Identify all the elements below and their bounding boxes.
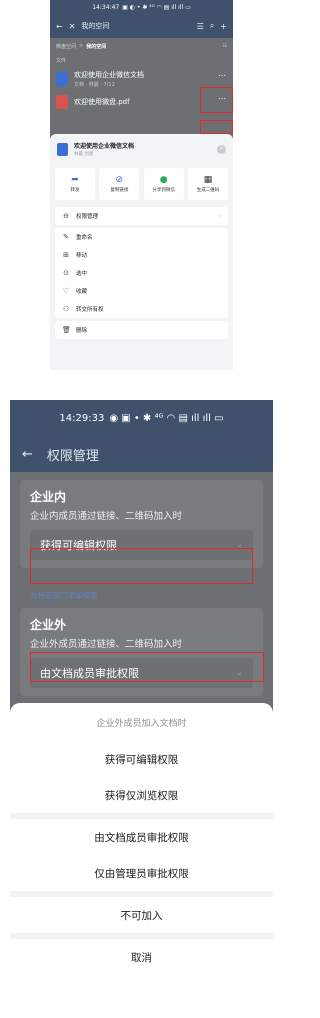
- chevron-right-icon: ›: [218, 212, 221, 220]
- add-icon[interactable]: +: [220, 22, 227, 31]
- menu-item-label: 转交所有权: [76, 307, 104, 313]
- forward-icon: ➦: [71, 174, 79, 185]
- file-meta: 文档 · 林晨 · 7/12: [74, 82, 115, 88]
- option-member-approval[interactable]: 由文档成员审批权限: [10, 819, 273, 855]
- external-join-options-sheet: 企业外成员加入文档时 获得可编辑权限 获得仅浏览权限 由文档成员审批权限 仅由管…: [10, 703, 273, 990]
- page-title: 权限管理: [46, 448, 99, 464]
- sort-icon[interactable]: ☰: [197, 22, 204, 31]
- copy-link-button[interactable]: ⊘ 复制链接: [99, 168, 140, 200]
- share-wechat-button[interactable]: ● 分享到微信: [143, 168, 184, 200]
- sheet-file-name: 欢迎使用企业微信文档: [74, 143, 135, 150]
- menu-item-label: 删除: [76, 328, 88, 334]
- doc-file-icon: [57, 142, 68, 156]
- screenshot-permission-settings: 14:29:33 ◉ ▣ • ✱ ⁴ᴳ ◠ ▤ ıll ıll ▭ ← 权限管理…: [10, 400, 273, 990]
- search-icon[interactable]: ⌕: [210, 21, 214, 31]
- highlight-box: [30, 548, 253, 584]
- menu-item-label: 移动: [76, 253, 88, 259]
- pdf-file-icon: [56, 95, 68, 109]
- top-nav: ← ✕ 我的空间 ☰ ⌕ +: [50, 14, 233, 38]
- top-nav: ← 权限管理: [10, 436, 273, 472]
- menu-item-permission[interactable]: ⊖ 权限管理 ›: [55, 207, 228, 225]
- breadcrumb: 微盘空间 > 我的空间 ☷: [50, 38, 233, 54]
- status-icons: ▣ ◐ • ✱ ⁴ᴳ ◠ ▤ ıll ıll ▭: [122, 3, 191, 11]
- page-title: 我的空间: [81, 22, 110, 30]
- status-bar: 14:34:47 ▣ ◐ • ✱ ⁴ᴳ ◠ ▤ ıll ıll ▭: [50, 0, 233, 14]
- breadcrumb-current: 我的空间: [86, 43, 107, 50]
- trash-icon: 🗑: [62, 326, 71, 334]
- action-label: 生成二维码: [196, 187, 220, 193]
- permission-card: ⊖ 权限管理 ›: [55, 207, 228, 225]
- add-department-permission-link[interactable]: 为特定部门添加权限: [30, 590, 98, 601]
- menu-item-label: 收藏: [76, 289, 88, 295]
- highlight-box: [200, 87, 233, 113]
- sheet-file-meta: 林晨 创建: [74, 152, 94, 157]
- group-subtitle: 企业外成员通过链接、二维码加入时: [30, 639, 183, 650]
- option-editable[interactable]: 获得可编辑权限: [10, 741, 273, 777]
- action-label: 分享到微信: [152, 187, 175, 193]
- menu-item-rename[interactable]: ✎ 重命名: [55, 228, 228, 246]
- options-card: ✎ 重命名 ⊞ 移动 ⊙ 选中 ♡ 收藏 ⚇ 转交所有权: [55, 228, 228, 318]
- cancel-button[interactable]: 取消: [10, 939, 273, 975]
- breadcrumb-parent[interactable]: 微盘空间: [56, 43, 76, 50]
- option-no-join[interactable]: 不可加入: [10, 897, 273, 933]
- menu-item-transfer-ownership[interactable]: ⚇ 转交所有权: [55, 300, 228, 318]
- menu-item-select[interactable]: ⊙ 选中: [55, 264, 228, 282]
- menu-item-favorite[interactable]: ♡ 收藏: [55, 282, 228, 300]
- highlight-box: [200, 120, 233, 134]
- file-name: 欢迎使用企业微信文档: [74, 71, 144, 79]
- view-toggle-icon[interactable]: ☷: [223, 43, 227, 49]
- doc-file-icon: [56, 72, 68, 86]
- group-title: 企业外: [30, 618, 67, 632]
- link-icon: ⊘: [115, 174, 124, 185]
- menu-item-delete[interactable]: 🗑 删除: [55, 321, 228, 339]
- delete-card: 🗑 删除: [55, 321, 228, 339]
- file-name: 欢迎使用微盘.pdf: [74, 98, 130, 106]
- status-time: 14:29:33: [59, 412, 105, 424]
- group-title: 企业内: [30, 490, 67, 504]
- close-icon[interactable]: ✕: [217, 144, 226, 154]
- highlight-box: [30, 652, 264, 682]
- status-icons: ◉ ▣ • ✱ ⁴ᴳ ◠ ▤ ıll ıll ▭: [109, 412, 224, 424]
- move-icon: ⊞: [63, 251, 69, 259]
- sheet-title: 企业外成员加入文档时: [96, 718, 187, 729]
- file-action-sheet: 欢迎使用企业微信文档 林晨 创建 ✕ ➦ 转发 ⊘ 复制链接 ● 分享到微信 ▦…: [50, 134, 233, 370]
- pencil-icon: ✎: [63, 233, 69, 241]
- wechat-icon: ●: [159, 174, 168, 185]
- star-icon: ♡: [62, 287, 70, 295]
- menu-item-label: 权限管理: [76, 214, 99, 220]
- back-icon[interactable]: ←: [56, 22, 63, 31]
- breadcrumb-separator: >: [79, 43, 84, 49]
- status-bar: 14:29:33 ◉ ▣ • ✱ ⁴ᴳ ◠ ▤ ıll ıll ▭: [10, 400, 273, 436]
- check-circle-icon: ⊙: [63, 269, 69, 277]
- action-label: 复制链接: [110, 187, 129, 193]
- more-icon[interactable]: ⋯: [218, 71, 227, 80]
- transfer-user-icon: ⚇: [62, 305, 70, 313]
- lock-icon: ⊖: [63, 212, 69, 220]
- menu-item-label: 选中: [76, 271, 88, 277]
- group-subtitle: 企业内成员通过链接、二维码加入时: [30, 511, 183, 522]
- qrcode-button[interactable]: ▦ 生成二维码: [187, 168, 228, 200]
- option-view-only[interactable]: 获得仅浏览权限: [10, 777, 273, 813]
- forward-button[interactable]: ➦ 转发: [55, 168, 95, 200]
- status-time: 14:34:47: [92, 3, 120, 11]
- close-icon[interactable]: ✕: [69, 22, 76, 31]
- action-label: 转发: [70, 187, 80, 193]
- menu-item-move[interactable]: ⊞ 移动: [55, 246, 228, 264]
- menu-item-label: 重命名: [76, 235, 93, 241]
- option-admin-approval[interactable]: 仅由管理员审批权限: [10, 855, 273, 891]
- section-label: 文件: [56, 58, 67, 64]
- screenshot-file-actions: 14:34:47 ▣ ◐ • ✱ ⁴ᴳ ◠ ▤ ıll ıll ▭ ← ✕ 我的…: [50, 0, 233, 370]
- sheet-header: 欢迎使用企业微信文档 林晨 创建 ✕: [50, 134, 233, 164]
- share-actions: ➦ 转发 ⊘ 复制链接 ● 分享到微信 ▦ 生成二维码: [50, 164, 233, 204]
- qrcode-icon: ▦: [203, 174, 213, 185]
- back-icon[interactable]: ←: [22, 447, 33, 462]
